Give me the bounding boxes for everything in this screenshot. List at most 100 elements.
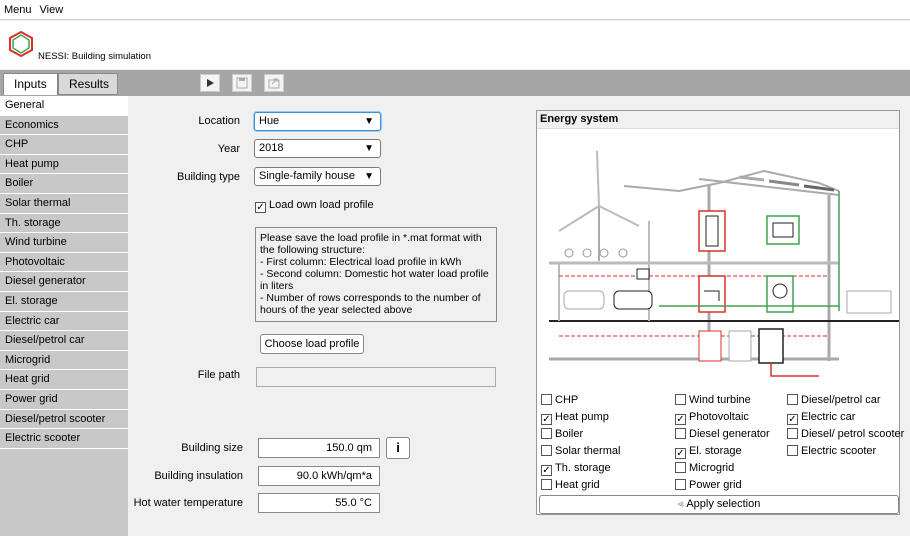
sidebar-item-th-storage[interactable]: Th. storage — [0, 213, 128, 234]
sidebar-item-power-grid[interactable]: Power grid — [0, 389, 128, 410]
sidebar-item-el-storage[interactable]: El. storage — [0, 291, 128, 312]
checkbox-icon — [675, 479, 686, 490]
es-checkbox-heat-pump[interactable]: ✓ Heat pump — [541, 411, 609, 425]
sidebar-item-electric-scooter[interactable]: Electric scooter — [0, 429, 128, 449]
year-label: Year — [217, 143, 240, 155]
es-checkbox-diesel-petrol-car[interactable]: Diesel/petrol car — [787, 394, 880, 406]
es-checkbox-chp[interactable]: CHP — [541, 394, 578, 406]
sidebar-item-wind-turbine[interactable]: Wind turbine — [0, 233, 128, 253]
es-label: Diesel/ petrol scooter — [801, 428, 905, 440]
sidebar-item-economics[interactable]: Economics — [0, 115, 128, 136]
checkbox-icon — [787, 445, 798, 456]
sidebar-item-diesel-generator[interactable]: Diesel generator — [0, 272, 128, 292]
run-button[interactable] — [200, 74, 220, 92]
es-checkbox-electric-car[interactable]: ✓ Electric car — [787, 411, 855, 425]
wind-turbine-icon — [558, 150, 640, 261]
checkbox-icon — [787, 394, 798, 405]
checkbox-icon — [541, 428, 552, 439]
building-size-input[interactable]: 150.0 qm — [258, 438, 380, 458]
es-checkbox-th-storage[interactable]: ✓ Th. storage — [541, 462, 611, 476]
checkbox-checked-icon: ✓ — [787, 414, 798, 425]
es-checkbox-diesel-petrol-scooter[interactable]: Diesel/ petrol scooter — [787, 428, 904, 440]
es-checkbox-el-storage[interactable]: ✓ El. storage — [675, 445, 742, 459]
es-label: Heat pump — [555, 411, 609, 423]
load-profile-info-text: Please save the load profile in *.mat fo… — [255, 227, 497, 322]
sidebar-item-microgrid[interactable]: Microgrid — [0, 350, 128, 371]
hot-water-temperature-label: Hot water temperature — [133, 497, 243, 509]
dropdown-arrow-icon: ▼ — [364, 116, 374, 127]
generator-icon — [846, 290, 892, 314]
sidebar-item-diesel-petrol-car[interactable]: Diesel/petrol car — [0, 331, 128, 351]
building-size-label: Building size — [181, 442, 243, 454]
es-checkbox-boiler[interactable]: Boiler — [541, 428, 583, 440]
load-own-profile-label: Load own load profile — [269, 199, 374, 211]
year-value: 2018 — [259, 142, 284, 154]
checkbox-checked-icon: ✓ — [675, 414, 686, 425]
location-label: Location — [198, 115, 240, 127]
es-checkbox-power-grid[interactable]: Power grid — [675, 479, 742, 491]
battery-storage-icon — [766, 215, 800, 245]
es-checkbox-wind-turbine[interactable]: Wind turbine — [675, 394, 751, 406]
load-own-profile-checkbox[interactable]: ✓ Load own load profile — [255, 199, 374, 213]
sidebar: General Economics CHP Heat pump Boiler S… — [0, 96, 128, 536]
es-label: Electric scooter — [801, 445, 877, 457]
es-label: Solar thermal — [555, 445, 621, 457]
checkbox-icon — [675, 428, 686, 439]
es-label: CHP — [555, 394, 579, 406]
sidebar-item-heat-grid[interactable]: Heat grid — [0, 370, 128, 390]
es-checkbox-microgrid[interactable]: Microgrid — [675, 462, 734, 474]
es-label: Wind turbine — [689, 394, 751, 406]
es-checkbox-electric-scooter[interactable]: Electric scooter — [787, 445, 876, 457]
sidebar-item-electric-car[interactable]: Electric car — [0, 311, 128, 332]
location-select[interactable]: Hue ▼ — [254, 112, 381, 131]
sidebar-item-chp[interactable]: CHP — [0, 135, 128, 155]
info-button[interactable]: i — [386, 437, 410, 459]
es-label: Photovoltaic — [689, 411, 749, 423]
sidebar-item-diesel-petrol-scooter[interactable]: Diesel/petrol scooter — [0, 409, 128, 430]
es-label: Diesel/petrol car — [801, 394, 881, 406]
building-insulation-input[interactable]: 90.0 kWh/qm*a — [258, 466, 380, 486]
energy-system-panel: Energy system CHP ✓ Heat pump Boiler Sol… — [536, 110, 904, 515]
save-icon — [236, 77, 248, 89]
sidebar-item-photovoltaic[interactable]: Photovoltaic — [0, 252, 128, 273]
tab-inputs[interactable]: Inputs — [3, 73, 58, 95]
sidebar-item-solar-thermal[interactable]: Solar thermal — [0, 193, 128, 214]
es-label: Boiler — [555, 428, 584, 440]
thermal-storage-icon — [698, 210, 726, 252]
menu-bar: Menu View — [0, 0, 910, 20]
heat-pump-icon — [698, 328, 784, 364]
energy-system-diagram — [549, 150, 899, 377]
export-button[interactable] — [264, 74, 284, 92]
year-select[interactable]: 2018 ▼ — [254, 139, 381, 158]
es-label: El. storage — [689, 445, 742, 457]
es-checkbox-photovoltaic[interactable]: ✓ Photovoltaic — [675, 411, 749, 425]
apply-selection-label: Apply selection — [686, 498, 761, 510]
checkbox-checked-icon: ✓ — [675, 448, 686, 459]
app-title: NESSI: Building simulation — [38, 51, 151, 62]
hot-water-temperature-input[interactable]: 55.0 °C — [258, 493, 380, 513]
save-button[interactable] — [232, 74, 252, 92]
es-checkbox-heat-grid[interactable]: Heat grid — [541, 479, 600, 491]
sidebar-item-heat-pump[interactable]: Heat pump — [0, 154, 128, 175]
checkbox-icon — [675, 462, 686, 473]
menu-item-view[interactable]: View — [40, 4, 64, 16]
tab-bar: Inputs Results — [0, 70, 910, 96]
general-inputs-panel: Location Hue ▼ Year 2018 ▼ Building type S… — [128, 96, 910, 536]
es-checkbox-solar-thermal[interactable]: Solar thermal — [541, 445, 620, 457]
building-type-value: Single-family house — [259, 170, 355, 182]
es-label: Power grid — [689, 479, 742, 491]
tab-results[interactable]: Results — [58, 73, 118, 95]
apply-selection-button[interactable]: ⪡ Apply selection — [539, 495, 899, 514]
es-checkbox-diesel-generator[interactable]: Diesel generator — [675, 428, 770, 440]
sidebar-item-general[interactable]: General — [0, 96, 128, 116]
es-label: Th. storage — [555, 462, 611, 474]
cars-icon — [563, 268, 653, 310]
checkbox-icon — [787, 428, 798, 439]
checkbox-icon — [675, 394, 686, 405]
menu-item-menu[interactable]: Menu — [4, 4, 32, 16]
choose-load-profile-button[interactable]: Choose load profile — [260, 334, 364, 354]
file-path-input[interactable] — [256, 367, 496, 387]
building-type-select[interactable]: Single-family house ▼ — [254, 167, 381, 186]
sidebar-item-boiler[interactable]: Boiler — [0, 174, 128, 194]
location-value: Hue — [259, 115, 280, 127]
